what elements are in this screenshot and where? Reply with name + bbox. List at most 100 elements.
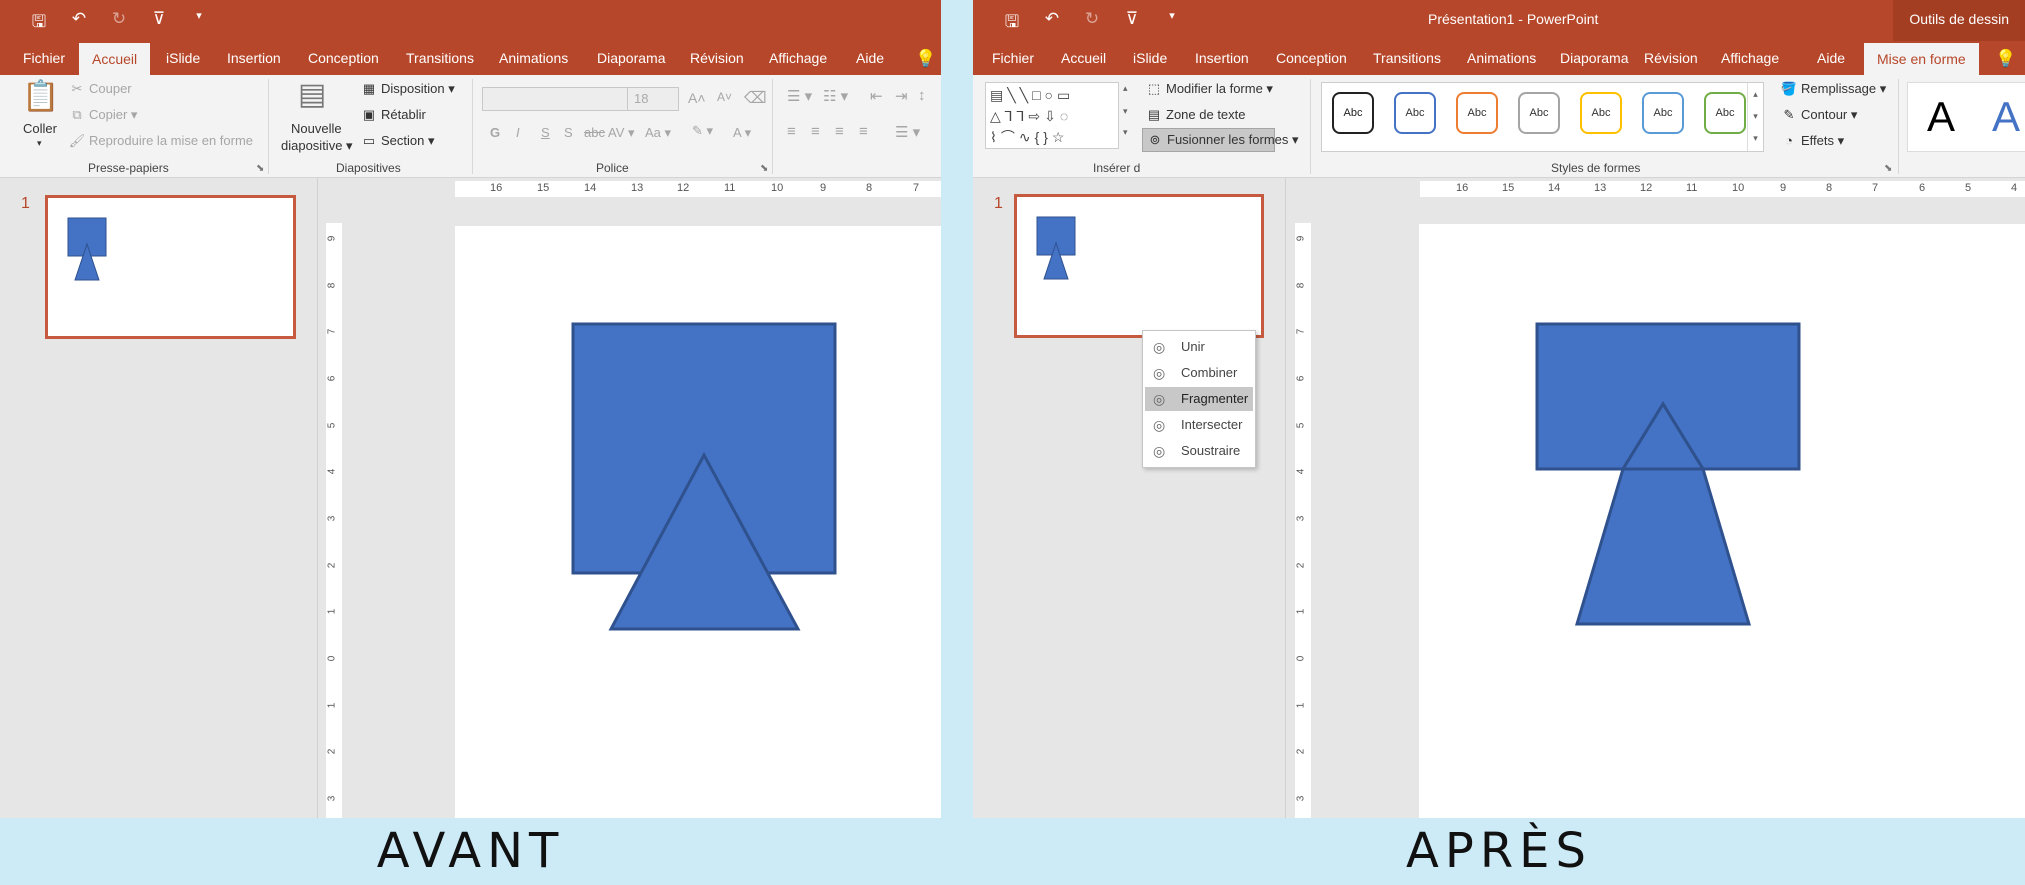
font-name-combo[interactable]: [482, 87, 628, 111]
tab-animations[interactable]: Animations: [1467, 41, 1536, 75]
tab-aide[interactable]: Aide: [856, 41, 884, 75]
lightbulb-icon[interactable]: 💡: [915, 49, 936, 69]
present-icon[interactable]: ⊽: [148, 9, 170, 38]
new-slide-icon[interactable]: ▤: [298, 77, 326, 112]
tab-transitions[interactable]: Transitions: [1373, 41, 1441, 75]
style-swatch-gray[interactable]: Abc: [1518, 92, 1560, 134]
menu-item-intersecter[interactable]: ◎ Intersecter: [1145, 413, 1253, 437]
clear-format-icon[interactable]: ⌫: [744, 88, 767, 108]
customize-icon[interactable]: ▾: [1161, 9, 1183, 38]
decrease-indent-icon[interactable]: ⇤: [870, 87, 883, 105]
text-box-button[interactable]: ▤ Zone de texte: [1145, 107, 1246, 123]
tab-transitions[interactable]: Transitions: [406, 41, 474, 75]
format-painter-button[interactable]: 🖌 Reproduire la mise en forme: [68, 133, 253, 149]
wordart-gallery[interactable]: A A: [1907, 82, 2025, 152]
gallery-up-icon[interactable]: ▴: [1123, 83, 1128, 94]
tab-fichier[interactable]: Fichier: [992, 41, 1034, 75]
change-case-button[interactable]: Aa ▾: [645, 125, 671, 141]
section-button[interactable]: ▭ Section ▾: [360, 133, 435, 149]
shape-effects-button[interactable]: ◔ Effets ▾: [1780, 133, 1844, 149]
align-right-icon[interactable]: ≡: [835, 123, 844, 140]
strikethrough-button[interactable]: abc: [584, 125, 605, 140]
italic-button[interactable]: I: [516, 125, 520, 140]
cut-button[interactable]: ✂ Couper: [68, 81, 132, 97]
save-icon[interactable]: 🖫: [1001, 9, 1023, 38]
launcher-icon[interactable]: ⬊: [256, 163, 264, 174]
tab-aide[interactable]: Aide: [1817, 41, 1845, 75]
tab-affichage[interactable]: Affichage: [769, 41, 827, 75]
shrink-font-button[interactable]: A˅: [717, 90, 732, 104]
slide-canvas[interactable]: [455, 226, 941, 818]
tab-insertion[interactable]: Insertion: [1195, 41, 1249, 75]
align-left-icon[interactable]: ≡: [787, 123, 796, 140]
underline-button[interactable]: S: [541, 125, 550, 140]
menu-item-unir[interactable]: ◎ Unir: [1145, 335, 1253, 359]
shape-styles-gallery[interactable]: Abc Abc Abc Abc Abc Abc Abc ▴ ▾ ▾: [1321, 82, 1764, 152]
undo-icon[interactable]: ↶: [1041, 9, 1063, 38]
save-icon[interactable]: 🖫: [28, 9, 50, 38]
tab-revision[interactable]: Révision: [1644, 41, 1698, 75]
gallery-more-icon[interactable]: ▾: [1123, 127, 1128, 138]
redo-icon[interactable]: ↻: [108, 9, 130, 38]
style-swatch-black[interactable]: Abc: [1332, 92, 1374, 134]
present-icon[interactable]: ⊽: [1121, 9, 1143, 38]
merge-shapes-button[interactable]: ⊚ Fusionner les formes ▾: [1142, 128, 1299, 152]
reset-button[interactable]: ▣ Rétablir: [360, 107, 426, 123]
menu-item-soustraire[interactable]: ◎ Soustraire: [1145, 439, 1253, 463]
char-spacing-button[interactable]: AV ▾: [608, 125, 635, 141]
tab-insertion[interactable]: Insertion: [227, 41, 281, 75]
launcher-icon[interactable]: ⬊: [1884, 163, 1892, 174]
tab-diaporama[interactable]: Diaporama: [597, 41, 665, 75]
gallery-down-icon[interactable]: ▾: [1123, 106, 1128, 117]
undo-icon[interactable]: ↶: [68, 9, 90, 38]
slide-thumbnail[interactable]: [1014, 194, 1264, 338]
wordart-black[interactable]: A: [1927, 93, 1955, 141]
line-spacing-icon[interactable]: ↕: [918, 87, 926, 104]
slide-canvas[interactable]: [1419, 224, 2025, 818]
justify-icon[interactable]: ≡: [859, 123, 868, 140]
edit-shape-button[interactable]: ⬚ Modifier la forme ▾: [1145, 81, 1273, 97]
shadow-button[interactable]: S: [564, 125, 573, 140]
tab-conception[interactable]: Conception: [1276, 41, 1347, 75]
bullets-icon[interactable]: ☰ ▾: [787, 87, 812, 105]
new-slide-label-1[interactable]: Nouvelle: [291, 121, 342, 136]
tab-accueil[interactable]: Accueil: [1061, 41, 1106, 75]
slide-thumbnail[interactable]: [45, 195, 296, 339]
tab-revision[interactable]: Révision: [690, 41, 744, 75]
highlight-icon[interactable]: ✎ ▾: [692, 123, 713, 139]
wordart-blue[interactable]: A: [1992, 93, 2020, 141]
shape-outline-button[interactable]: ✎ Contour ▾: [1780, 107, 1858, 123]
shape-fill-button[interactable]: 🪣 Remplissage ▾: [1780, 81, 1886, 97]
columns-icon[interactable]: ☰ ▾: [895, 123, 920, 141]
copy-button[interactable]: ⧉ Copier ▾: [68, 107, 137, 123]
increase-indent-icon[interactable]: ⇥: [895, 87, 908, 105]
tab-animations[interactable]: Animations: [499, 41, 568, 75]
font-color-button[interactable]: A ▾: [733, 125, 751, 141]
paste-dropdown-icon[interactable]: ▾: [37, 138, 42, 149]
tab-fichier[interactable]: Fichier: [23, 41, 65, 75]
tab-affichage[interactable]: Affichage: [1721, 41, 1779, 75]
tab-islide[interactable]: iSlide: [166, 41, 200, 75]
tab-islide[interactable]: iSlide: [1133, 41, 1167, 75]
style-swatch-gold[interactable]: Abc: [1580, 92, 1622, 134]
style-swatch-lightblue[interactable]: Abc: [1642, 92, 1684, 134]
align-center-icon[interactable]: ≡: [811, 123, 820, 140]
redo-icon[interactable]: ↻: [1081, 9, 1103, 38]
layout-button[interactable]: ▦ Disposition ▾: [360, 81, 455, 97]
launcher-icon[interactable]: ⬊: [760, 163, 768, 174]
bold-button[interactable]: G: [490, 125, 500, 140]
customize-icon[interactable]: ▾: [188, 9, 210, 38]
lightbulb-icon[interactable]: 💡: [1995, 49, 2016, 69]
shapes-gallery[interactable]: ▤╲╲□○▭ △⅂⅂⇨⇩◌ ⌇⌒∿{}☆: [985, 82, 1119, 149]
grow-font-button[interactable]: A˄: [688, 90, 706, 106]
new-slide-button[interactable]: diapositive ▾: [281, 138, 353, 154]
tab-mise-en-forme[interactable]: Mise en forme: [1864, 43, 1979, 75]
menu-item-combiner[interactable]: ◎ Combiner: [1145, 361, 1253, 385]
paste-icon[interactable]: 📋: [22, 79, 59, 114]
menu-item-fragmenter[interactable]: ◎ Fragmenter: [1145, 387, 1253, 411]
style-swatch-orange[interactable]: Abc: [1456, 92, 1498, 134]
paste-button[interactable]: Coller: [23, 121, 57, 136]
style-swatch-green[interactable]: Abc: [1704, 92, 1746, 134]
tab-accueil[interactable]: Accueil: [79, 43, 151, 75]
styles-scroll[interactable]: ▴ ▾ ▾: [1747, 83, 1763, 151]
